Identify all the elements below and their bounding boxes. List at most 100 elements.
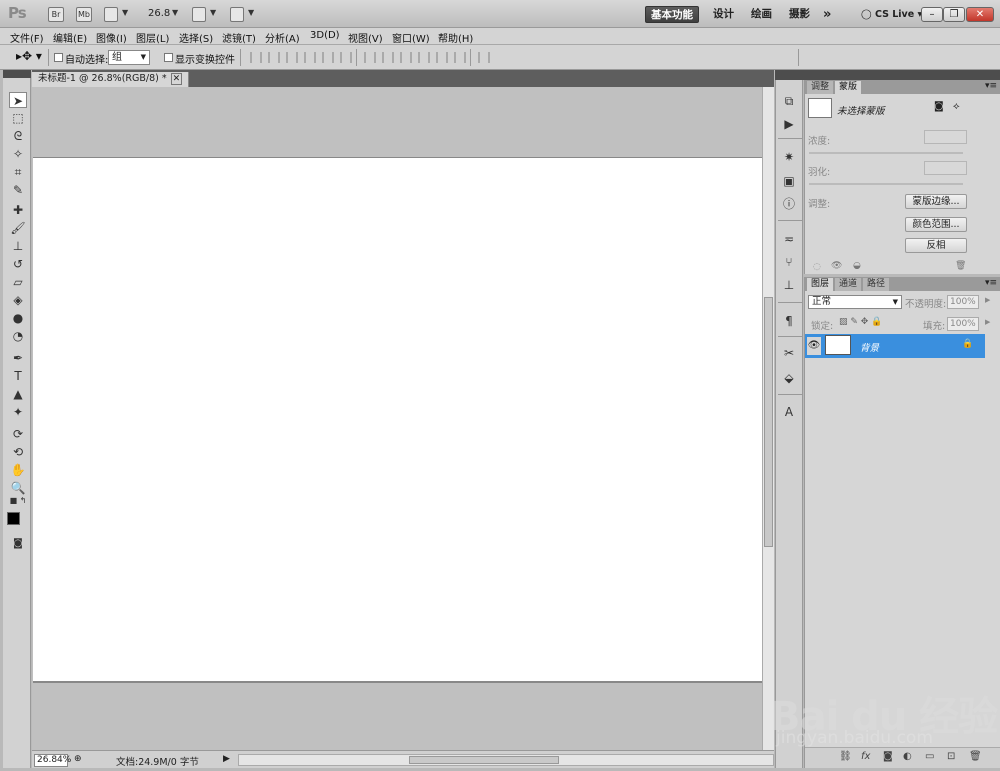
align-bottom-icon[interactable]	[286, 52, 298, 63]
menu-help[interactable]: 帮助(H)	[438, 30, 473, 45]
3d-rotate-tool-icon[interactable]: ⟳	[9, 426, 27, 442]
align-horizontal-center-icon[interactable]	[322, 52, 334, 63]
3d-orbit-tool-icon[interactable]: ⟲	[9, 444, 27, 460]
info-panel-icon[interactable]: ⓘ	[780, 195, 798, 213]
character-panel-icon[interactable]: A	[780, 403, 798, 421]
auto-align-layers-icon[interactable]	[478, 52, 490, 63]
path-selection-tool-icon[interactable]: ▲	[9, 386, 27, 402]
close-button[interactable]: ✕	[966, 7, 994, 22]
trash-icon[interactable]: 🗑	[969, 751, 982, 762]
align-vertical-center-icon[interactable]	[268, 52, 280, 63]
invert-button[interactable]: 反相	[905, 238, 967, 253]
zoom-level-combo[interactable]: 26.8	[148, 8, 170, 19]
disable-mask-icon[interactable]: ◒	[853, 261, 861, 271]
swap-colors-icon[interactable]: ■ ↰	[9, 496, 27, 506]
tool-presets-panel-icon[interactable]: ✂	[780, 344, 798, 362]
zoom-tool-icon[interactable]: 🔍	[9, 480, 27, 496]
foreground-color-swatch[interactable]	[7, 512, 20, 525]
history-brush-tool-icon[interactable]: ↺	[9, 256, 27, 272]
animation-panel-icon[interactable]: ⬙	[780, 369, 798, 387]
menu-3d[interactable]: 3D(D)	[310, 30, 340, 41]
brush-presets-panel-icon[interactable]: ≂	[780, 230, 798, 248]
arrange-documents-icon[interactable]	[192, 7, 206, 22]
link-layers-icon[interactable]: ⛓	[839, 751, 852, 762]
menu-select[interactable]: 选择(S)	[179, 30, 213, 45]
clone-stamp-tool-icon[interactable]: ⊥	[9, 238, 27, 254]
eyedropper-tool-icon[interactable]: ✎	[9, 182, 27, 198]
brush-tool-icon[interactable]: 🖌	[9, 220, 27, 236]
auto-select-checkbox[interactable]	[54, 53, 63, 62]
move-tool-icon[interactable]: ➤	[9, 92, 27, 108]
panel-dock-header[interactable]	[775, 70, 1000, 80]
pen-tool-icon[interactable]: ✒	[9, 350, 27, 366]
tab-paths[interactable]: 路径	[863, 278, 890, 291]
distribute-hcenter-icon[interactable]	[436, 52, 448, 63]
actions-panel-icon[interactable]: ▶	[780, 115, 798, 133]
paragraph-panel-icon[interactable]: ¶	[780, 312, 798, 330]
align-left-icon[interactable]	[304, 52, 316, 63]
history-panel-icon[interactable]: ⧉	[780, 92, 798, 110]
fill-field[interactable]: 100%	[947, 317, 979, 331]
view-extras-icon[interactable]	[104, 7, 118, 22]
toolbox-header[interactable]	[3, 70, 31, 78]
load-selection-icon[interactable]: ◌	[813, 262, 821, 272]
chevron-down-icon[interactable]: ▼	[248, 8, 254, 17]
minimize-button[interactable]: –	[921, 7, 943, 22]
quick-mask-icon[interactable]: ◙	[9, 536, 27, 552]
crop-tool-icon[interactable]: ⌗	[9, 164, 27, 180]
add-pixel-mask-icon[interactable]: ◙	[934, 101, 944, 112]
more-workspaces-button[interactable]: »	[818, 6, 836, 23]
trash-icon[interactable]: 🗑	[955, 261, 966, 271]
add-layer-mask-icon[interactable]: ◙	[883, 751, 893, 762]
tab-layers[interactable]: 图层	[807, 278, 834, 291]
quick-selection-tool-icon[interactable]: ✧	[9, 146, 27, 162]
workspace-painting[interactable]: 绘画	[746, 6, 777, 23]
chevron-down-icon[interactable]: ▼	[210, 8, 216, 17]
add-vector-mask-icon[interactable]: ⟡	[953, 101, 960, 112]
adjustment-layer-icon[interactable]: ◐	[903, 751, 912, 762]
auto-select-dropdown[interactable]: 组 ▼	[108, 50, 150, 65]
chevron-down-icon[interactable]: ▼	[122, 8, 128, 17]
menu-analysis[interactable]: 分析(A)	[265, 30, 300, 45]
cs-live-button[interactable]: ◯ CS Live ▾	[856, 6, 927, 23]
distribute-vcenter-icon[interactable]	[382, 52, 394, 63]
chevron-down-icon[interactable]: ▼	[172, 8, 178, 17]
paint-bucket-tool-icon[interactable]: ◈	[9, 292, 27, 308]
hand-tool-icon[interactable]: ✋	[9, 462, 27, 478]
workspace-essentials[interactable]: 基本功能	[645, 6, 699, 23]
histogram-panel-icon[interactable]: ▣	[780, 172, 798, 190]
new-group-icon[interactable]: ▭	[925, 751, 934, 762]
blur-tool-icon[interactable]: ●	[9, 310, 27, 326]
mini-bridge-button[interactable]: Mb	[76, 7, 92, 22]
menu-filter[interactable]: 滤镜(T)	[222, 30, 256, 45]
close-icon[interactable]: ✕	[170, 73, 183, 85]
opacity-field[interactable]: 100%	[947, 295, 979, 309]
vertical-scrollbar[interactable]	[762, 87, 774, 750]
fill-slider-arrow-icon[interactable]: ▶	[985, 318, 990, 326]
status-menu-arrow-icon[interactable]: ▶	[223, 754, 230, 764]
navigator-panel-icon[interactable]: ✷	[780, 148, 798, 166]
show-transform-checkbox[interactable]	[164, 53, 173, 62]
tab-masks[interactable]: 蒙版	[835, 81, 862, 94]
custom-shape-tool-icon[interactable]: ✦	[9, 404, 27, 420]
screen-mode-icon[interactable]	[230, 7, 244, 22]
menu-view[interactable]: 视图(V)	[348, 30, 383, 45]
menu-edit[interactable]: 编辑(E)	[53, 30, 87, 45]
apply-mask-icon[interactable]: 👁	[831, 261, 842, 271]
panel-menu-icon[interactable]: ▾≡	[985, 278, 997, 288]
marquee-tool-icon[interactable]: ⬚	[9, 110, 27, 126]
lasso-tool-icon[interactable]: ᘓ	[9, 128, 27, 144]
color-range-button[interactable]: 颜色范围...	[905, 217, 967, 232]
menu-layer[interactable]: 图层(L)	[136, 30, 169, 45]
brushes-panel-icon[interactable]: ⑂	[780, 253, 798, 271]
bridge-button[interactable]: Br	[48, 7, 64, 22]
align-top-icon[interactable]	[250, 52, 262, 63]
blend-mode-dropdown[interactable]: 正常 ▼	[808, 295, 902, 309]
panel-menu-icon[interactable]: ▾≡	[985, 81, 997, 91]
workspace-design[interactable]: 设计	[708, 6, 739, 23]
type-tool-icon[interactable]: T	[9, 368, 27, 384]
eraser-tool-icon[interactable]: ▱	[9, 274, 27, 290]
layer-name[interactable]: 背景	[860, 340, 879, 354]
tab-adjustments[interactable]: 调整	[807, 81, 834, 94]
layer-style-icon[interactable]: fx	[861, 751, 870, 762]
